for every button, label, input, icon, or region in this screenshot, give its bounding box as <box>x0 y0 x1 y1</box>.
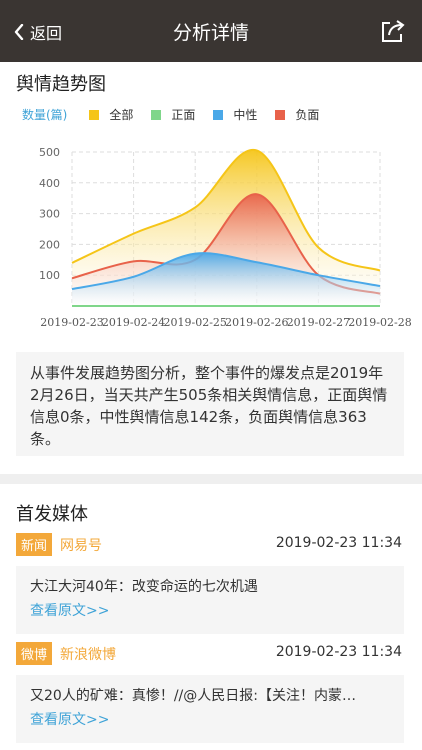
legend-item-negative[interactable]: 负面 <box>275 106 319 123</box>
nav-bar: 返回 分析详情 <box>0 0 422 62</box>
chart-ylabel: 数量(篇) <box>22 108 68 122</box>
legend-swatch <box>89 109 100 120</box>
view-original-link[interactable]: 查看原文>> <box>30 709 390 729</box>
y-tick-label: 200 <box>39 238 60 251</box>
x-tick-label: 2019-02-24 <box>102 316 165 329</box>
trend-summary: 从事件发展趋势图分析，整个事件的爆发点是2019年2月26日，当天共产生505条… <box>16 352 404 456</box>
section-divider <box>0 474 422 484</box>
media-time: 2019-02-23 11:34 <box>275 535 402 551</box>
media-type-badge: 新闻 <box>16 533 53 556</box>
y-tick-label: 500 <box>39 146 60 159</box>
legend-swatch <box>151 109 162 120</box>
legend-label: 负面 <box>295 108 320 122</box>
x-tick-label: 2019-02-23 <box>40 316 103 329</box>
trend-section-title: 舆情趋势图 <box>16 74 106 95</box>
view-original-link[interactable]: 查看原文>> <box>30 600 390 620</box>
page-title: 分析详情 <box>172 22 249 44</box>
media-type-badge: 微博 <box>16 642 53 665</box>
legend-item-all[interactable]: 全部 <box>89 106 133 123</box>
legend-swatch <box>213 109 224 120</box>
media-card[interactable]: 大江大河40年：改变命运的七次机遇 查看原文>> <box>16 566 404 634</box>
media-source[interactable]: 网易号 <box>60 538 102 554</box>
y-tick-label: 100 <box>39 269 60 282</box>
legend-label: 中性 <box>233 108 258 122</box>
legend-swatch <box>275 109 286 120</box>
media-headline: 大江大河40年：改变命运的七次机遇 <box>30 579 258 595</box>
media-time: 2019-02-23 11:34 <box>275 644 402 660</box>
legend-label: 正面 <box>171 108 196 122</box>
x-tick-label: 2019-02-26 <box>225 316 288 329</box>
trend-chart: 1002003004005002019-02-232019-02-242019-… <box>39 146 412 329</box>
x-tick-label: 2019-02-27 <box>287 316 350 329</box>
media-headline: 又20人的矿难：真惨！//@人民日报:【关注！内蒙… <box>30 688 356 704</box>
y-tick-label: 300 <box>39 208 60 221</box>
media-section-title: 首发媒体 <box>16 504 88 525</box>
x-tick-label: 2019-02-25 <box>163 316 226 329</box>
legend-item-positive[interactable]: 正面 <box>151 106 195 123</box>
chart-legend: 数量(篇) 全部 正面 中性 负面 <box>22 106 337 123</box>
legend-item-neutral[interactable]: 中性 <box>213 106 257 123</box>
y-tick-label: 400 <box>39 177 60 190</box>
x-tick-label: 2019-02-28 <box>348 316 411 329</box>
media-card[interactable]: 又20人的矿难：真惨！//@人民日报:【关注！内蒙… 查看原文>> <box>16 675 404 743</box>
share-icon[interactable] <box>380 18 406 44</box>
media-source[interactable]: 新浪微博 <box>60 647 116 663</box>
legend-label: 全部 <box>109 108 134 122</box>
